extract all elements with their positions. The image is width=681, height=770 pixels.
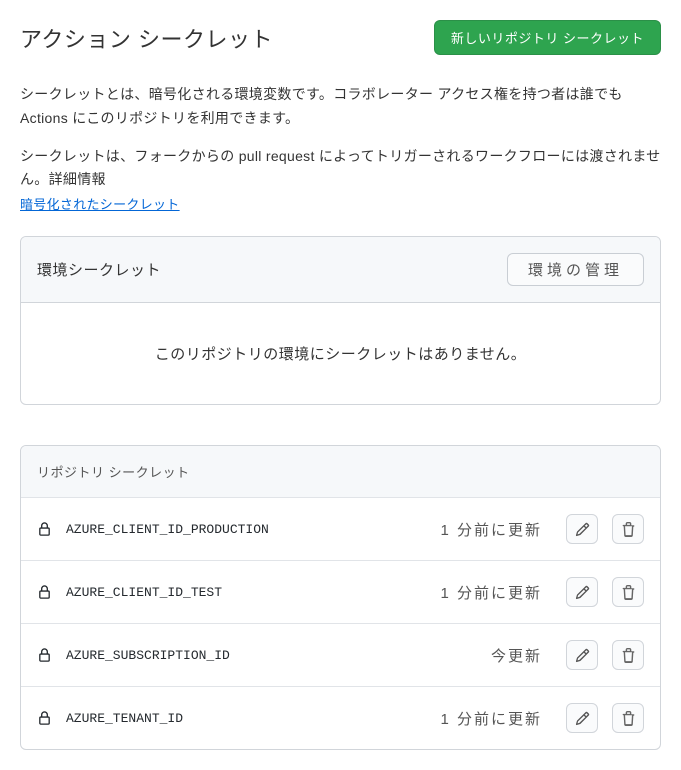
trash-icon [621, 711, 636, 726]
repo-secrets-title: リポジトリ シークレット [37, 462, 190, 481]
pencil-icon [575, 711, 590, 726]
lock-icon [37, 709, 52, 727]
secret-row: AZURE_TENANT_ID 1 分前に更新 [21, 686, 660, 749]
edit-secret-button[interactable] [566, 577, 598, 607]
trash-icon [621, 585, 636, 600]
env-secrets-title: 環境シークレット [37, 259, 161, 280]
secret-updated: 1 分前に更新 [440, 708, 542, 729]
secret-name: AZURE_TENANT_ID [66, 711, 426, 726]
description-2-text: シークレットは、フォークからの pull request によってトリガーされる… [20, 148, 661, 188]
secret-row: AZURE_CLIENT_ID_PRODUCTION 1 分前に更新 [21, 497, 660, 560]
secret-row: AZURE_SUBSCRIPTION_ID 今更新 [21, 623, 660, 686]
repo-secrets-panel: リポジトリ シークレット AZURE_CLIENT_ID_PRODUCTION … [20, 445, 661, 750]
delete-secret-button[interactable] [612, 514, 644, 544]
secret-updated: 今更新 [491, 645, 542, 666]
edit-secret-button[interactable] [566, 640, 598, 670]
edit-secret-button[interactable] [566, 514, 598, 544]
trash-icon [621, 648, 636, 663]
description-1: シークレットとは、暗号化される環境変数です。コラボレーター アクセス権を持つ者は… [20, 83, 661, 131]
secret-name: AZURE_CLIENT_ID_PRODUCTION [66, 522, 426, 537]
delete-secret-button[interactable] [612, 577, 644, 607]
new-repo-secret-button[interactable]: 新しいリポジトリ シークレット [434, 20, 661, 55]
lock-icon [37, 646, 52, 664]
encrypted-secrets-link[interactable]: 暗号化されたシークレット [20, 194, 661, 216]
secret-row: AZURE_CLIENT_ID_TEST 1 分前に更新 [21, 560, 660, 623]
lock-icon [37, 520, 52, 538]
secret-name: AZURE_CLIENT_ID_TEST [66, 585, 426, 600]
trash-icon [621, 522, 636, 537]
page-title: アクション シークレット [20, 22, 273, 54]
pencil-icon [575, 648, 590, 663]
delete-secret-button[interactable] [612, 703, 644, 733]
delete-secret-button[interactable] [612, 640, 644, 670]
lock-icon [37, 583, 52, 601]
env-secrets-empty: このリポジトリの環境にシークレットはありません。 [21, 303, 660, 404]
pencil-icon [575, 585, 590, 600]
env-secrets-panel: 環境シークレット 環境の管理 このリポジトリの環境にシークレットはありません。 [20, 236, 661, 405]
secret-updated: 1 分前に更新 [440, 582, 542, 603]
manage-environments-button[interactable]: 環境の管理 [507, 253, 644, 286]
secret-name: AZURE_SUBSCRIPTION_ID [66, 648, 477, 663]
pencil-icon [575, 522, 590, 537]
secret-updated: 1 分前に更新 [440, 519, 542, 540]
description-2: シークレットは、フォークからの pull request によってトリガーされる… [20, 145, 661, 217]
edit-secret-button[interactable] [566, 703, 598, 733]
